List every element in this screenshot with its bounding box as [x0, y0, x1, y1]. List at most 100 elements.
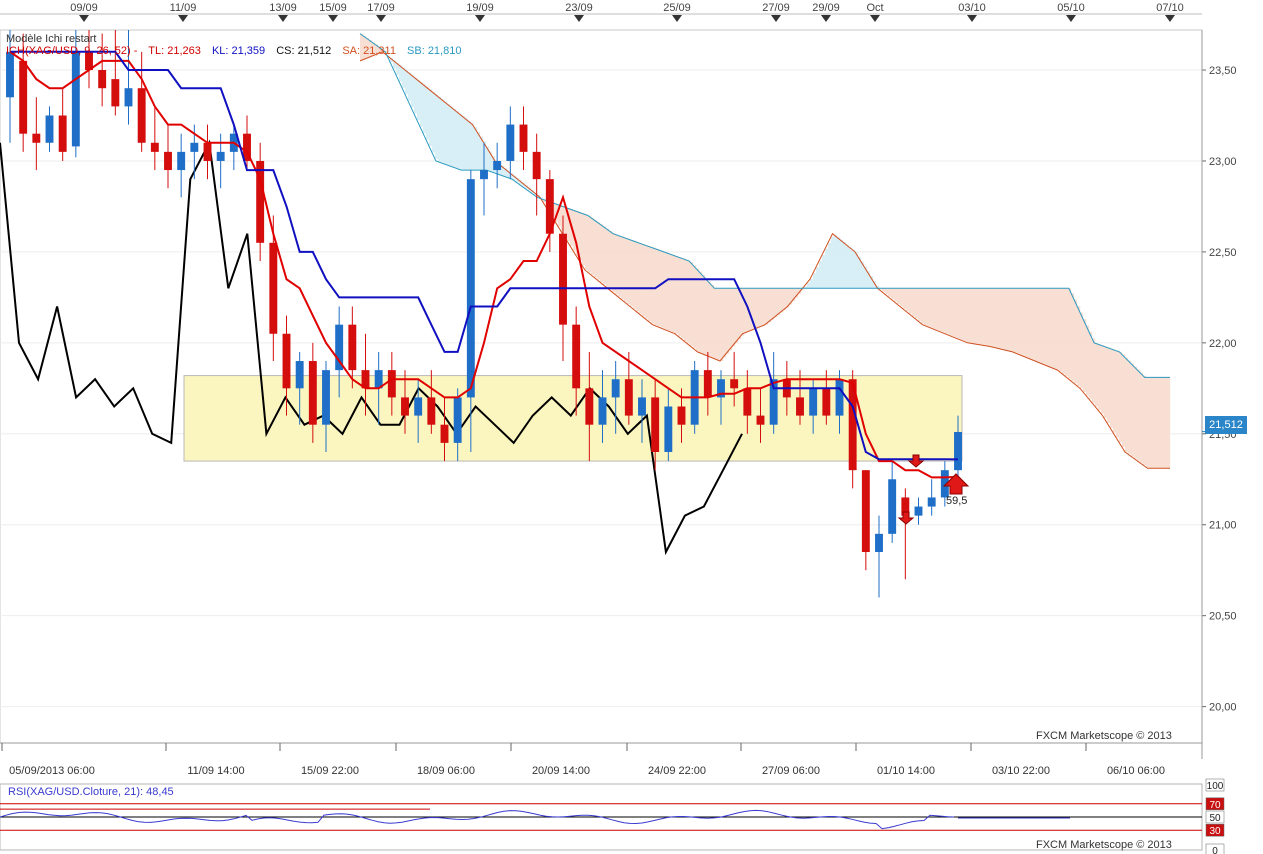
cloud-slice	[579, 212, 583, 261]
cloud-slice	[768, 288, 772, 323]
cloud-slice	[423, 84, 427, 134]
cloud-slice	[657, 249, 661, 327]
cloud-slice	[843, 242, 847, 289]
cloud-slice	[441, 99, 445, 163]
cloud-slice	[834, 234, 838, 289]
cloud-slice	[882, 288, 886, 292]
cloud-slice	[1116, 350, 1120, 438]
cloud-slice	[471, 123, 475, 171]
top-date-label: 09/09	[70, 2, 98, 14]
cloud-slice	[651, 247, 655, 324]
legend-kl: KL: 21,359	[211, 45, 266, 57]
cloud-slice	[450, 106, 454, 167]
cloud-slice	[837, 237, 841, 289]
candle-body	[308, 361, 317, 425]
rsi-title: RSI(XAG/USD.Cloture, 21): 48,45	[8, 786, 174, 798]
cloud-slice	[714, 287, 718, 359]
cloud-slice	[636, 241, 640, 312]
cloud-slice	[1092, 338, 1096, 403]
cloud-slice	[1062, 288, 1066, 374]
cloud-slice	[1110, 348, 1114, 428]
cloud-slice	[702, 274, 706, 354]
cloud-slice	[750, 288, 754, 331]
top-date-label: 13/09	[269, 2, 297, 14]
cloud-slice	[633, 240, 637, 309]
cloud-slice	[759, 288, 763, 328]
cloud-slice	[816, 267, 820, 289]
cloud-slice	[1035, 288, 1039, 362]
x-tick-label: 11/09 14:00	[187, 765, 244, 777]
cloud-slice	[417, 79, 421, 121]
candle-body	[414, 397, 423, 416]
top-date-label: 11/09	[170, 2, 197, 14]
cloud-slice	[771, 288, 775, 320]
cloud-slice	[807, 282, 811, 289]
cloud-slice	[456, 111, 460, 169]
cloud-slice	[990, 288, 994, 347]
cloud-slice	[1032, 288, 1036, 360]
cloud-slice	[933, 288, 937, 329]
x-tick-label: 06/10 06:00	[1107, 765, 1165, 777]
cloud-slice	[591, 217, 595, 275]
cloud-slice	[1137, 369, 1141, 461]
top-date-label: 29/09	[812, 2, 840, 14]
cloud-slice	[915, 288, 919, 319]
price-chart[interactable]: 20,0020,5021,0021,5022,0022,5023,0023,50…	[0, 0, 1263, 854]
cloud-slice	[918, 288, 922, 322]
y-tick-label: 23,00	[1209, 156, 1237, 168]
cloud-slice	[1143, 375, 1147, 466]
x-tick-label: 20/09 14:00	[532, 765, 590, 777]
legend-series: ICH(XAG/USD, 9, 26, 52) -	[6, 45, 138, 57]
cloud-slice	[465, 118, 469, 171]
cloud-slice	[1125, 357, 1129, 452]
candle-body	[664, 406, 673, 452]
cloud-slice	[624, 237, 628, 302]
cloud-slice	[735, 288, 739, 343]
cloud-slice	[453, 108, 457, 168]
cloud-slice	[921, 288, 925, 324]
cloud-slice	[774, 288, 778, 318]
candle-body	[506, 124, 515, 161]
y-tick-label: 23,50	[1209, 65, 1237, 77]
cloud-slice	[1167, 377, 1171, 469]
candle-body	[322, 370, 330, 425]
cloud-slice	[1140, 372, 1144, 463]
candle-body	[6, 51, 14, 98]
cloud-slice	[477, 131, 481, 171]
cloud-slice	[954, 288, 958, 338]
cloud-slice	[693, 265, 697, 349]
cloud-slice	[1086, 325, 1090, 396]
cloud-slice	[438, 96, 442, 162]
cloud-slice	[687, 260, 691, 344]
cloud-slice	[1077, 306, 1081, 386]
candle-body	[756, 415, 765, 425]
rsi-level-label: 30	[1209, 826, 1221, 837]
cloud-slice	[996, 288, 1000, 348]
candle-body	[111, 79, 120, 107]
cloud-slice	[894, 288, 898, 302]
cloud-slice	[675, 255, 679, 334]
y-tick-label: 22,00	[1209, 338, 1237, 350]
cloud-slice	[612, 232, 616, 292]
cloud-slice	[1068, 288, 1072, 379]
cloud-slice	[732, 288, 736, 347]
cloud-slice	[1074, 299, 1078, 384]
cloud-slice	[1083, 318, 1087, 392]
cloud-slice	[744, 288, 748, 334]
rsi-watermark-credit: FXCM Marketscope © 2013	[1036, 839, 1172, 851]
cloud-slice	[765, 288, 769, 325]
candle-body	[519, 124, 528, 152]
candle-body	[927, 497, 936, 507]
cloud-slice	[1101, 345, 1105, 414]
candle-body	[124, 88, 133, 107]
rsi-level-label: 0	[1212, 846, 1218, 854]
cloud-slice	[906, 288, 910, 312]
last-price-tag: 21,512	[1205, 416, 1247, 434]
candle-body	[98, 70, 107, 89]
cloud-slice	[585, 214, 589, 271]
cloud-slice	[1050, 288, 1054, 368]
candle-body	[190, 142, 199, 152]
watermark-credit: FXCM Marketscope © 2013	[1036, 730, 1172, 742]
cloud-slice	[1164, 377, 1168, 469]
top-date-label: 27/09	[762, 2, 790, 14]
